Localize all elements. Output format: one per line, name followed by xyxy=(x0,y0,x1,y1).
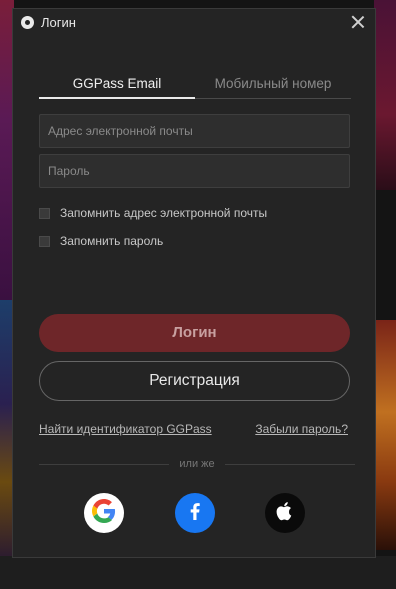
background-panel-right-mid xyxy=(374,190,396,320)
title-bar: Логин xyxy=(13,9,375,36)
background-panel-right-top xyxy=(374,0,396,190)
remember-email-checkbox[interactable]: Запомнить адрес электронной почты xyxy=(39,206,267,220)
login-method-tabs: GGPass Email Мобильный номер xyxy=(39,73,351,99)
checkbox-box[interactable] xyxy=(39,235,50,247)
password-field[interactable] xyxy=(39,154,350,188)
checkbox-box[interactable] xyxy=(39,207,50,219)
dialog-title: Логин xyxy=(41,15,76,30)
register-button[interactable]: Регистрация xyxy=(39,361,350,401)
tab-ggpass-email[interactable]: GGPass Email xyxy=(39,73,195,99)
tab-mobile-number[interactable]: Мобильный номер xyxy=(195,73,351,99)
find-id-link[interactable]: Найти идентификатор GGPass xyxy=(39,422,212,436)
facebook-login-button[interactable] xyxy=(175,493,215,533)
background-panel-right-bottom xyxy=(374,320,396,550)
remember-password-label: Запомнить пароль xyxy=(60,234,164,248)
email-field[interactable] xyxy=(39,114,350,148)
login-button[interactable]: Логин xyxy=(39,314,350,352)
apple-icon xyxy=(274,500,296,527)
remember-email-label: Запомнить адрес электронной почты xyxy=(60,206,268,220)
apple-login-button[interactable] xyxy=(265,493,305,533)
app-logo-icon xyxy=(21,16,34,29)
divider-line-right xyxy=(225,464,355,465)
google-login-button[interactable] xyxy=(84,493,124,533)
forgot-password-link[interactable]: Забыли пароль? xyxy=(255,422,348,436)
close-icon[interactable] xyxy=(349,13,367,31)
facebook-icon xyxy=(183,499,207,528)
or-divider: или же xyxy=(39,457,355,471)
login-dialog: Логин GGPass Email Мобильный номер Запом… xyxy=(12,8,376,558)
google-icon xyxy=(92,498,116,528)
background-bottom-strip xyxy=(0,556,396,589)
remember-password-checkbox[interactable]: Запомнить пароль xyxy=(39,234,163,248)
